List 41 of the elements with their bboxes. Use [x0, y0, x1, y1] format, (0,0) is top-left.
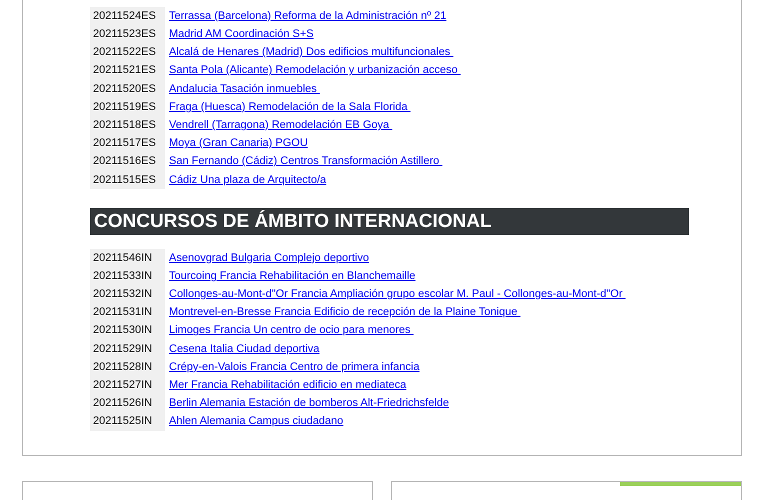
contest-code: 20211532IN — [90, 285, 165, 304]
contest-link[interactable]: Santa Pola (Alicante) Remodelación y urbanización acceso — [169, 64, 461, 76]
contest-code: 20211525IN — [90, 412, 165, 431]
contest-link[interactable]: Tourcoing Francia Rehabilitación en Blanchemaille — [169, 270, 416, 282]
contest-link[interactable]: Berlin Alemania Estación de bomberos Alt-Friedrichsfelde — [169, 397, 450, 410]
contest-link[interactable]: Collonges-au-Mont-d"Or Francia Ampliación grupo escolar M. Paul - Collonges-au-Mont-d"Or — [169, 288, 626, 300]
contest-link[interactable]: San Fernando (Cádiz) Centros Transformación Astillero — [169, 155, 442, 168]
section-heading: CONCURSOS DE ÁMBITO INTERNACIONAL — [90, 208, 689, 235]
contest-code: 20211521ES — [90, 62, 165, 80]
contest-link[interactable]: Ahlen Alemania Campus ciudadano — [169, 415, 344, 428]
contest-link[interactable]: Asenovgrad Bulgaria Complejo deportivo — [169, 252, 369, 264]
contest-code: 20211528IN — [90, 358, 165, 376]
contest-link[interactable]: Alcalá de Henares (Madrid) Dos edificios multifuncionales — [169, 46, 454, 58]
contest-link[interactable]: Crépy-en-Valois Francia Centro de primera infancia — [169, 360, 420, 373]
contest-link[interactable]: Cádiz Una plaza de Arquitecto/a — [169, 174, 326, 186]
contest-link[interactable]: Terrassa (Barcelona) Reforma de la Administración nº 21 — [169, 10, 446, 22]
contest-link[interactable]: Andalucia Tasación inmuebles — [169, 82, 320, 95]
contest-link[interactable]: Mer Francia Rehabilitación edificio en mediateca — [169, 379, 406, 392]
contest-code: 20211546IN — [90, 248, 165, 268]
contest-code: 20211526IN — [90, 394, 165, 413]
contest-code: 20211518ES — [90, 116, 165, 134]
contest-link[interactable]: Fraga (Huesca) Remodelación de la Sala Florida — [169, 100, 411, 113]
contest-link[interactable]: Cesena Italia Ciudad deportiva — [169, 342, 320, 355]
contest-code: 20211523ES — [90, 25, 165, 44]
contest-link[interactable]: Limoges Francia Un centro de ocio para menores — [169, 324, 414, 336]
contest-code: 20211529IN — [90, 340, 165, 358]
contest-code: 20211527IN — [90, 376, 165, 394]
contest-code: 20211519ES — [90, 98, 165, 116]
contest-code: 20211515ES — [90, 170, 165, 189]
contest-code: 20211517ES — [90, 134, 165, 152]
contest-code: 20211530IN — [90, 322, 165, 340]
contest-code: 20211516ES — [90, 152, 165, 171]
contest-link[interactable]: Vendrell (Tarragona) Remodelación EB Goya — [169, 118, 392, 131]
contest-link[interactable]: Moya (Gran Canaria) PGOU — [169, 137, 308, 150]
contest-code: 20211524ES — [90, 7, 165, 26]
contest-link[interactable]: Madrid AM Coordinación S+S — [169, 28, 314, 40]
contest-link[interactable]: Montrevel-en-Bresse Francia Edificio de recepción de la Plaine Tonique — [169, 306, 520, 318]
contest-code: 20211520ES — [90, 80, 165, 98]
contest-code: 20211531IN — [90, 303, 165, 322]
contest-code: 20211522ES — [90, 43, 165, 62]
contest-code: 20211533IN — [90, 267, 165, 286]
